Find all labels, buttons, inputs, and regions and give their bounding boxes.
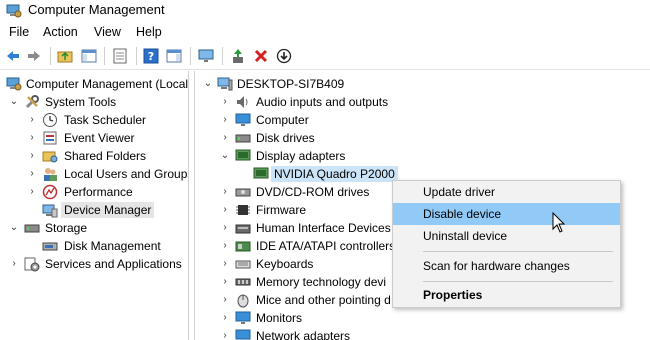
help-icon[interactable]: ? — [143, 48, 159, 64]
chevron-right-icon[interactable]: › — [27, 133, 37, 143]
device-item-computer[interactable]: › Computer — [195, 111, 650, 129]
device-item-disk-drives[interactable]: › Disk drives — [195, 129, 650, 147]
disk-drive-icon — [235, 134, 251, 143]
chevron-down-icon[interactable]: ⌄ — [9, 223, 19, 233]
chevron-right-icon[interactable]: › — [220, 295, 230, 305]
chevron-right-icon[interactable]: › — [27, 115, 37, 125]
menu-separator — [423, 281, 613, 282]
chevron-right-icon[interactable]: › — [27, 187, 37, 197]
chevron-right-icon[interactable]: › — [220, 277, 230, 287]
monitor-icon — [235, 311, 251, 324]
menu-file[interactable]: File — [9, 25, 29, 39]
device-item-display-adapters[interactable]: ⌄ Display adapters — [195, 147, 650, 165]
chevron-right-icon[interactable]: › — [220, 205, 230, 215]
network-adapter-icon — [235, 329, 251, 340]
tools-icon — [25, 95, 39, 109]
window-title: Computer Management — [28, 2, 165, 17]
device-item-monitors[interactable]: › Monitors — [195, 309, 650, 327]
clock-icon — [43, 113, 57, 127]
mouse-pointer-icon — [552, 212, 566, 233]
menu-help[interactable]: Help — [136, 25, 162, 39]
update-driver-icon[interactable] — [230, 48, 246, 64]
tree-item-disk-management[interactable]: Disk Management — [0, 237, 188, 255]
chevron-right-icon[interactable]: › — [27, 151, 37, 161]
display-adapter-icon — [235, 149, 251, 161]
action-pane-icon[interactable] — [166, 48, 182, 64]
firmware-chip-icon — [236, 205, 250, 215]
keyboard-icon — [235, 260, 251, 269]
performance-icon — [42, 184, 58, 200]
properties-sheet-icon[interactable] — [112, 48, 128, 64]
device-item-computer-root[interactable]: ⌄ DESKTOP-SI7B409 — [195, 75, 650, 93]
show-hide-tree-icon[interactable] — [81, 48, 97, 64]
menu-item-properties[interactable]: Properties — [393, 284, 620, 306]
device-item-audio[interactable]: › Audio inputs and outputs — [195, 93, 650, 111]
tree-item-shared-folders[interactable]: › Shared Folders — [0, 147, 188, 165]
chevron-right-icon[interactable]: › — [9, 259, 19, 269]
title-bar: Computer Management — [0, 0, 650, 22]
chevron-down-icon[interactable]: ⌄ — [9, 97, 19, 107]
tree-item-root[interactable]: Computer Management (Local — [0, 75, 188, 93]
tree-item-local-users[interactable]: › Local Users and Groups — [0, 165, 188, 183]
svg-text:?: ? — [148, 50, 154, 63]
chevron-down-icon[interactable]: ⌄ — [220, 151, 230, 161]
chevron-right-icon[interactable]: › — [220, 313, 230, 323]
menu-bar: File Action View Help — [0, 22, 650, 42]
disk-management-icon — [42, 242, 58, 251]
menu-view[interactable]: View — [94, 25, 121, 39]
menu-item-disable-device[interactable]: Disable device — [393, 203, 620, 225]
device-item-network[interactable]: › Network adapters — [195, 327, 650, 340]
device-context-menu: Update driver Disable device Uninstall d… — [392, 180, 621, 308]
tree-item-storage[interactable]: ⌄ Storage — [0, 219, 188, 237]
uninstall-x-icon[interactable] — [253, 48, 269, 64]
storage-icon — [24, 224, 40, 233]
speaker-icon — [237, 96, 248, 108]
shared-folder-icon — [42, 151, 58, 163]
chevron-right-icon[interactable]: › — [220, 223, 230, 233]
ide-controller-icon — [235, 241, 251, 252]
display-adapter-icon — [253, 167, 269, 179]
desktop-computer-icon — [217, 77, 233, 91]
tree-item-device-manager[interactable]: Device Manager — [0, 201, 188, 219]
chevron-right-icon[interactable]: › — [27, 169, 37, 179]
dvd-drive-icon — [235, 188, 251, 197]
toolbar: ? — [0, 42, 650, 70]
services-icon — [24, 257, 40, 272]
console-tree-pane: Computer Management (Local ⌄ System Tool… — [0, 71, 189, 340]
chevron-right-icon[interactable]: › — [220, 133, 230, 143]
chevron-down-icon[interactable]: ⌄ — [203, 79, 213, 89]
chevron-right-icon[interactable]: › — [220, 187, 230, 197]
users-icon — [44, 168, 57, 181]
monitor-icon — [235, 113, 251, 126]
computer-management-icon — [6, 77, 22, 91]
memory-icon — [235, 278, 251, 286]
tree-item-event-viewer[interactable]: › Event Viewer — [0, 129, 188, 147]
mouse-icon — [237, 294, 249, 308]
tree-item-task-scheduler[interactable]: › Task Scheduler — [0, 111, 188, 129]
menu-item-uninstall-device[interactable]: Uninstall device — [393, 225, 620, 247]
chevron-right-icon[interactable]: › — [220, 115, 230, 125]
computer-management-icon — [6, 4, 22, 18]
tree-item-system-tools[interactable]: ⌄ System Tools — [0, 93, 188, 111]
menu-item-scan-hardware[interactable]: Scan for hardware changes — [393, 255, 620, 277]
chevron-right-icon[interactable]: › — [220, 241, 230, 251]
disable-device-icon[interactable] — [276, 48, 292, 64]
event-viewer-icon — [43, 131, 57, 145]
tree-item-performance[interactable]: › Performance — [0, 183, 188, 201]
menu-separator — [423, 251, 613, 252]
chevron-right-icon[interactable]: › — [220, 97, 230, 107]
hid-icon — [235, 224, 251, 234]
device-manager-icon — [42, 204, 58, 218]
tree-item-services[interactable]: › Services and Applications — [0, 255, 188, 273]
menu-action[interactable]: Action — [43, 25, 78, 39]
up-folder-icon[interactable] — [57, 48, 73, 64]
chevron-right-icon[interactable]: › — [220, 331, 230, 340]
menu-item-update-driver[interactable]: Update driver — [393, 181, 620, 203]
chevron-right-icon[interactable]: › — [220, 259, 230, 269]
forward-arrow-icon[interactable] — [26, 48, 42, 64]
monitor-scan-icon[interactable] — [198, 48, 214, 64]
back-arrow-icon[interactable] — [5, 48, 21, 64]
